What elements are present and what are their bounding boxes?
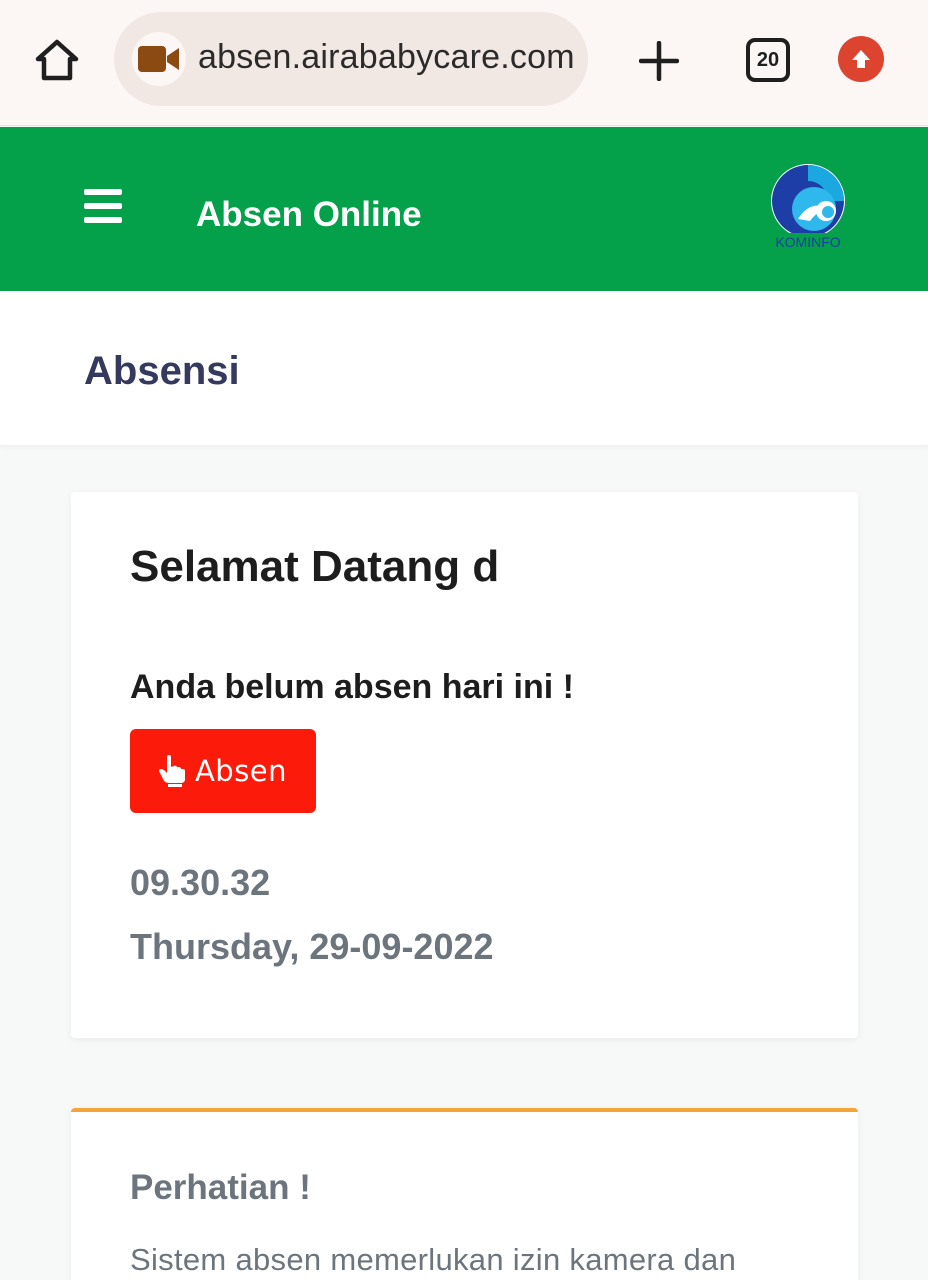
current-time: 09.30.32 xyxy=(130,862,271,903)
hand-pointer-icon xyxy=(158,755,185,787)
tab-switcher-button[interactable]: 20 xyxy=(746,38,790,82)
address-bar[interactable]: absen.airababycare.com xyxy=(114,12,588,106)
home-button[interactable] xyxy=(30,34,84,86)
tab-count: 20 xyxy=(756,48,780,71)
new-tab-button[interactable] xyxy=(634,36,684,86)
app-title: Absen Online xyxy=(196,195,422,234)
video-camera-icon xyxy=(138,46,179,72)
logo-text: KOMINFO xyxy=(775,234,840,250)
absen-button[interactable]: Absen xyxy=(130,729,316,813)
home-icon xyxy=(35,39,79,81)
welcome-card: Selamat Datang d Anda belum absen hari i… xyxy=(71,492,858,1038)
notice-card: Perhatian ! Sistem absen memerlukan izin… xyxy=(71,1108,858,1280)
hamburger-menu-icon[interactable] xyxy=(84,189,124,223)
update-button[interactable] xyxy=(838,36,884,82)
welcome-heading: Selamat Datang d xyxy=(130,542,500,591)
url-text: absen.airababycare.com xyxy=(198,38,575,76)
notice-body: Sistem absen memerlukan izin kamera dan xyxy=(130,1242,737,1277)
app-header: Absen Online KOMINFO xyxy=(0,127,928,291)
upload-arrow-icon xyxy=(852,50,870,68)
attendance-status: Anda belum absen hari ini ! xyxy=(130,668,574,706)
absen-button-label: Absen xyxy=(194,754,288,788)
current-date: Thursday, 29-09-2022 xyxy=(130,926,494,967)
page-title-section: Absensi xyxy=(0,291,928,445)
page-title: Absensi xyxy=(84,349,240,393)
browser-toolbar: absen.airababycare.com 20 xyxy=(0,0,928,126)
plus-icon xyxy=(639,41,679,81)
site-info-button[interactable] xyxy=(132,32,186,86)
kominfo-logo: KOMINFO xyxy=(768,164,848,251)
notice-title: Perhatian ! xyxy=(130,1168,311,1207)
